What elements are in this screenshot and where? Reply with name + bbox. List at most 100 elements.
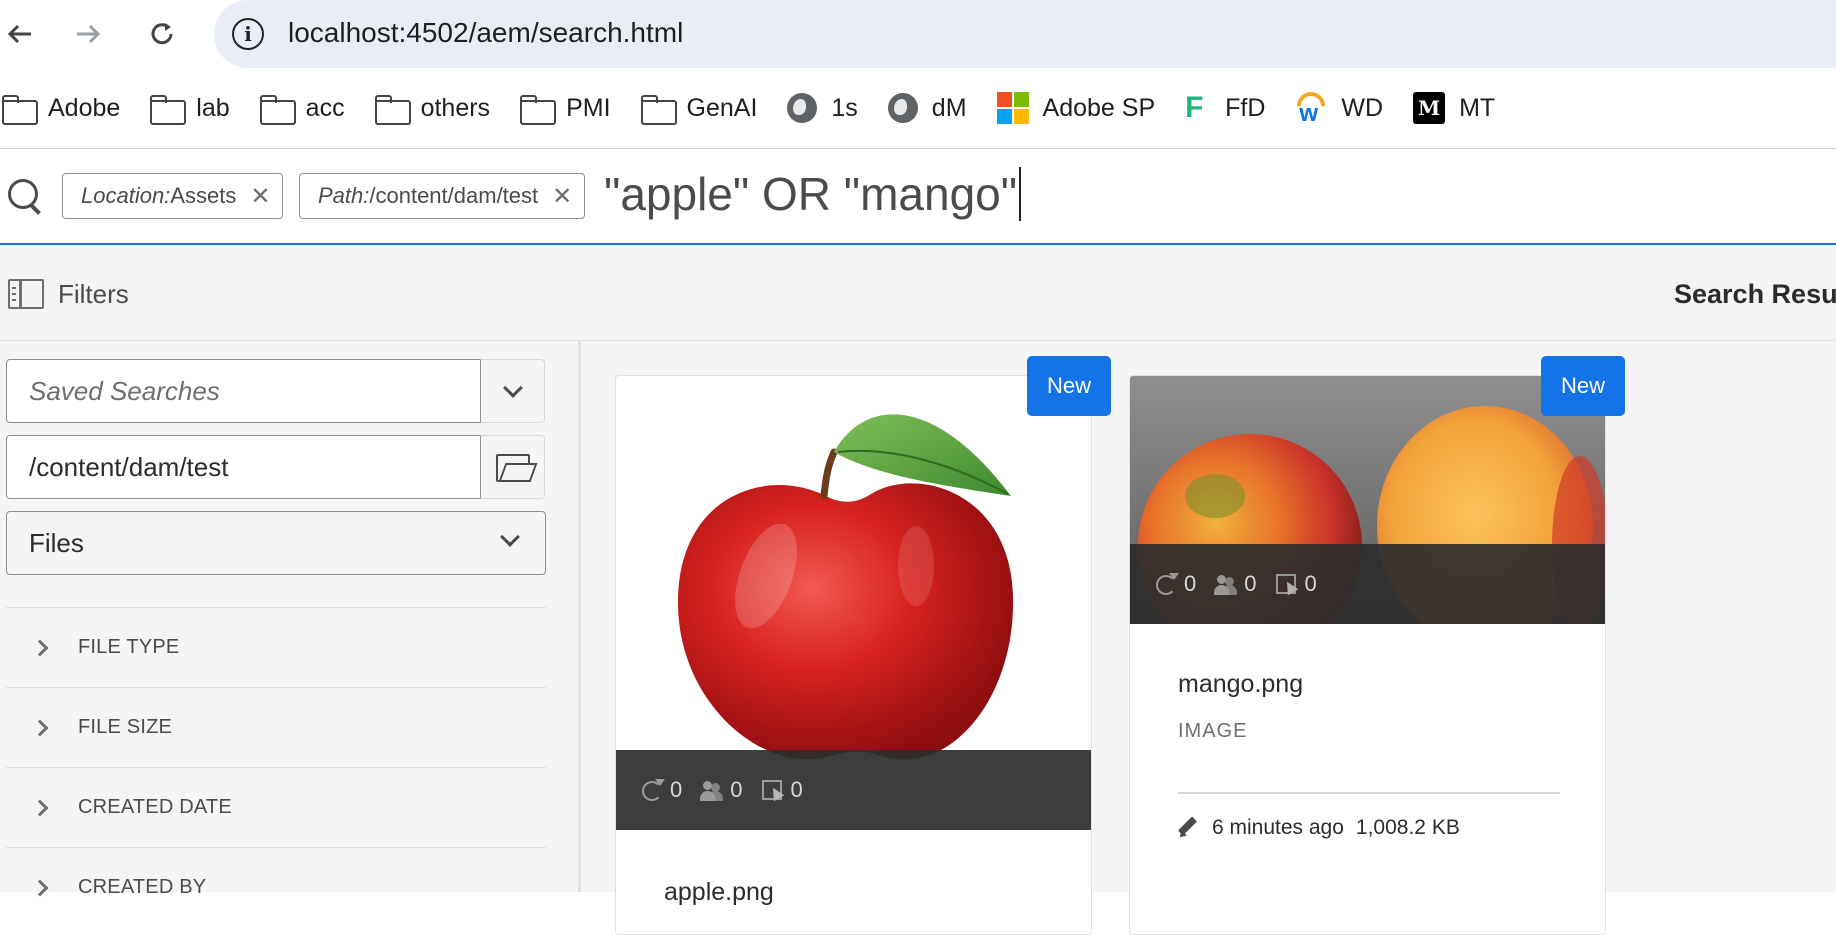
filter-rail: Saved Searches /content/dam/test Files F… bbox=[0, 341, 580, 898]
close-icon[interactable]: ✕ bbox=[250, 182, 270, 211]
omnisearch-bar: Location: Assets ✕ Path: /content/dam/te… bbox=[0, 149, 1836, 245]
modified-time: 6 minutes ago bbox=[1212, 816, 1344, 839]
bookmark-adobe-sp[interactable]: Adobe SP bbox=[996, 88, 1155, 128]
filter-section-created-by[interactable]: CREATED BY bbox=[6, 847, 546, 927]
bookmark-wd[interactable]: w WD bbox=[1291, 86, 1384, 128]
tag-key: Path: bbox=[318, 183, 370, 208]
bookmark-mt[interactable]: M MT bbox=[1413, 88, 1495, 128]
bookmark-label: others bbox=[420, 93, 491, 122]
bookmark-genai[interactable]: GenAI bbox=[640, 88, 758, 128]
asset-name[interactable]: apple.png bbox=[664, 878, 774, 907]
type-select-value: Files bbox=[29, 527, 84, 558]
filter-section-file-type[interactable]: FILE TYPE bbox=[6, 607, 546, 687]
folder-icon bbox=[374, 95, 411, 125]
folder-icon bbox=[150, 95, 187, 125]
results-grid: 0 0 0 apple.png 0 0 0 mango.png IMAGE 6 … bbox=[581, 341, 1836, 935]
bookmark-adobe[interactable]: Adobe bbox=[2, 88, 120, 128]
bookmark-label: GenAI bbox=[686, 93, 758, 122]
bookmark-others[interactable]: others bbox=[374, 88, 491, 128]
bookmark-acc[interactable]: acc bbox=[259, 88, 345, 128]
sync-icon bbox=[640, 779, 665, 801]
asset-name[interactable]: mango.png bbox=[1178, 670, 1303, 699]
search-query[interactable]: "apple" OR "mango" bbox=[604, 167, 1017, 221]
stat-value: 0 bbox=[670, 777, 683, 802]
bookmark-label: Adobe bbox=[48, 93, 121, 122]
globe-icon bbox=[887, 93, 918, 123]
filter-section-file-size[interactable]: FILE SIZE bbox=[6, 687, 546, 767]
asset-thumbnail[interactable] bbox=[616, 376, 1091, 776]
folder-icon bbox=[259, 95, 296, 125]
path-tag[interactable]: Path: /content/dam/test ✕ bbox=[299, 173, 586, 219]
folder-icon bbox=[640, 95, 677, 125]
bookmark-ffd[interactable]: F FfD bbox=[1185, 88, 1265, 128]
select-icon bbox=[1275, 573, 1297, 595]
people-icon bbox=[700, 779, 722, 801]
folder-open-icon bbox=[495, 454, 530, 482]
browse-path-button[interactable] bbox=[480, 435, 545, 499]
text-caret bbox=[1019, 167, 1022, 221]
back-arrow-icon[interactable] bbox=[0, 14, 40, 54]
chevron-right-icon bbox=[31, 879, 49, 896]
new-badge: New bbox=[1541, 356, 1625, 416]
f-logo-icon: F bbox=[1185, 91, 1204, 124]
asset-meta: 6 minutes ago 1,008.2 KB bbox=[1178, 816, 1460, 840]
asset-type: IMAGE bbox=[1178, 720, 1248, 742]
bookmark-label: MT bbox=[1459, 93, 1496, 122]
site-info-icon[interactable]: i bbox=[232, 18, 264, 50]
reload-icon[interactable] bbox=[142, 14, 182, 54]
bookmark-label: PMI bbox=[566, 93, 611, 122]
bookmark-lab[interactable]: lab bbox=[150, 88, 230, 128]
asset-card-mango[interactable]: 0 0 0 mango.png IMAGE 6 minutes ago 1,00… bbox=[1129, 375, 1606, 935]
tag-key: Location: bbox=[81, 183, 171, 208]
chevron-right-icon bbox=[31, 639, 49, 656]
forward-arrow-icon[interactable] bbox=[68, 14, 108, 54]
section-label: CREATED DATE bbox=[78, 796, 232, 818]
bookmark-label: WD bbox=[1341, 93, 1384, 122]
search-input[interactable]: "apple" OR "mango" bbox=[604, 167, 1022, 221]
section-label: FILE SIZE bbox=[78, 716, 173, 738]
bookmarks-bar: Adobe lab acc others PMI GenAI 1s dM Ado… bbox=[0, 84, 1836, 132]
close-icon[interactable]: ✕ bbox=[552, 182, 572, 211]
chevron-down-icon bbox=[500, 527, 520, 547]
filters-label[interactable]: Filters bbox=[58, 279, 129, 310]
asset-stats-bar: 0 0 0 bbox=[616, 750, 1091, 830]
people-icon bbox=[1214, 573, 1236, 595]
saved-searches-field[interactable]: Saved Searches bbox=[6, 359, 481, 423]
stat-value: 0 bbox=[1244, 571, 1257, 596]
action-bar: Filters Search Results bbox=[0, 247, 1836, 341]
bookmark-dm[interactable]: dM bbox=[887, 88, 967, 128]
globe-icon bbox=[787, 93, 818, 123]
asset-card-apple[interactable]: 0 0 0 apple.png bbox=[615, 375, 1092, 935]
stat-value: 0 bbox=[790, 777, 803, 802]
url-text[interactable]: localhost:4502/aem/search.html bbox=[288, 17, 683, 49]
new-badge: New bbox=[1027, 356, 1111, 416]
address-bar[interactable]: i localhost:4502/aem/search.html bbox=[214, 0, 1836, 68]
tag-value: /content/dam/test bbox=[369, 183, 539, 208]
bookmark-1s[interactable]: 1s bbox=[787, 88, 858, 128]
bookmark-label: dM bbox=[931, 93, 967, 122]
mt-logo-icon: M bbox=[1413, 92, 1446, 124]
microsoft-icon bbox=[996, 92, 1029, 124]
search-icon[interactable] bbox=[8, 179, 42, 213]
bookmark-label: lab bbox=[196, 93, 230, 122]
stat-value: 0 bbox=[1304, 571, 1317, 596]
select-icon bbox=[761, 779, 783, 801]
rail-toggle-icon[interactable] bbox=[8, 279, 44, 309]
chevron-right-icon bbox=[31, 719, 49, 736]
saved-searches-dropdown-button[interactable] bbox=[480, 359, 545, 423]
location-tag[interactable]: Location: Assets ✕ bbox=[62, 173, 284, 219]
path-field[interactable]: /content/dam/test bbox=[6, 435, 481, 499]
section-label: CREATED BY bbox=[78, 876, 207, 898]
bookmark-pmi[interactable]: PMI bbox=[520, 88, 611, 128]
sync-icon bbox=[1154, 573, 1179, 595]
filter-section-created-date[interactable]: CREATED DATE bbox=[6, 767, 546, 847]
type-select[interactable]: Files bbox=[6, 511, 546, 575]
stat-value: 0 bbox=[1184, 571, 1197, 596]
chevron-down-icon bbox=[502, 378, 523, 398]
folder-icon bbox=[2, 95, 38, 125]
asset-stats-bar: 0 0 0 bbox=[1130, 544, 1605, 624]
search-results-title: Search Results bbox=[1674, 279, 1836, 309]
tag-value: Assets bbox=[170, 183, 237, 208]
stat-value: 0 bbox=[730, 777, 743, 802]
bookmark-label: 1s bbox=[831, 93, 858, 122]
